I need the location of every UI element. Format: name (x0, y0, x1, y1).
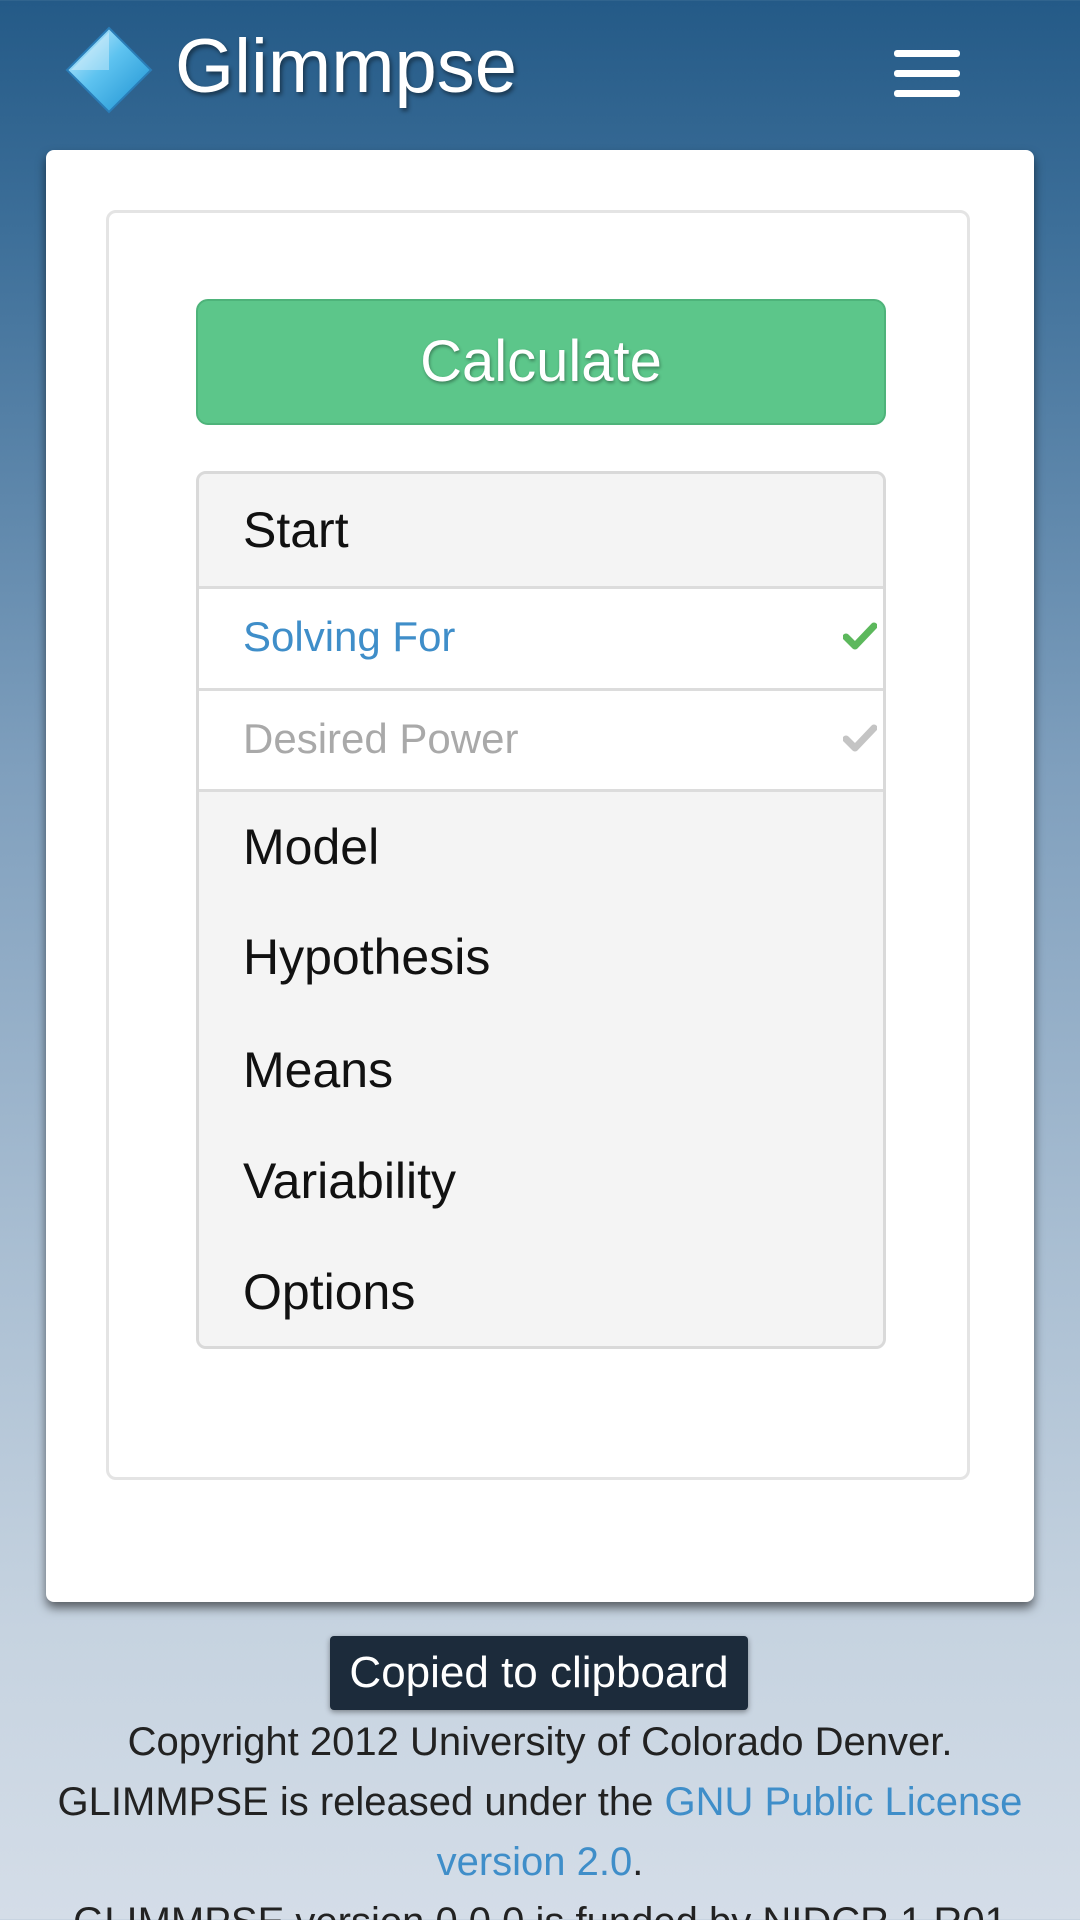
nav-item-solving-for[interactable]: Solving For (199, 586, 883, 688)
nav-item-means[interactable]: Means (199, 1012, 883, 1122)
app-header: Glimmpse (0, 0, 1080, 140)
calculate-button[interactable]: Calculate (196, 299, 886, 425)
copyright-text: Copyright 2012 University of Colorado De… (127, 1720, 953, 1764)
license-prefix: GLIMMPSE is released under the (57, 1780, 665, 1824)
nav-item-options[interactable]: Options (199, 1232, 883, 1346)
hamburger-menu-icon[interactable] (880, 40, 976, 108)
check-gray-icon (843, 724, 877, 752)
nav-item-start[interactable]: Start (199, 474, 883, 586)
step-navigation-list: Start Solving For Desired Power Model Hy… (196, 471, 886, 1349)
nav-item-label: Solving For (243, 613, 456, 660)
nav-item-model[interactable]: Model (199, 792, 883, 902)
diamond-logo-icon (65, 26, 153, 114)
menu-bar (894, 70, 960, 77)
menu-bar (894, 50, 960, 57)
license-text: GLIMMPSE is released under the GNU Publi… (0, 1772, 1080, 1892)
nav-item-variability[interactable]: Variability (199, 1122, 883, 1232)
nav-item-label: Desired Power (243, 715, 519, 762)
funding-text: GLIMMPSE version 0.0.0 is funded by NIDC… (0, 1892, 1080, 1920)
menu-bar (894, 90, 960, 97)
app-brand-title[interactable]: Glimmpse (175, 22, 517, 112)
nav-item-hypothesis[interactable]: Hypothesis (199, 902, 883, 1012)
main-card: Calculate Start Solving For Desired Powe… (46, 150, 1034, 1602)
license-suffix: . (632, 1840, 644, 1884)
page-footer: Copyright 2012 University of Colorado De… (0, 1712, 1080, 1920)
nav-item-desired-power[interactable]: Desired Power (199, 688, 883, 792)
copied-toast: Copied to clipboard (330, 1636, 748, 1710)
check-green-icon (843, 622, 877, 650)
navigation-panel: Calculate Start Solving For Desired Powe… (106, 210, 970, 1480)
